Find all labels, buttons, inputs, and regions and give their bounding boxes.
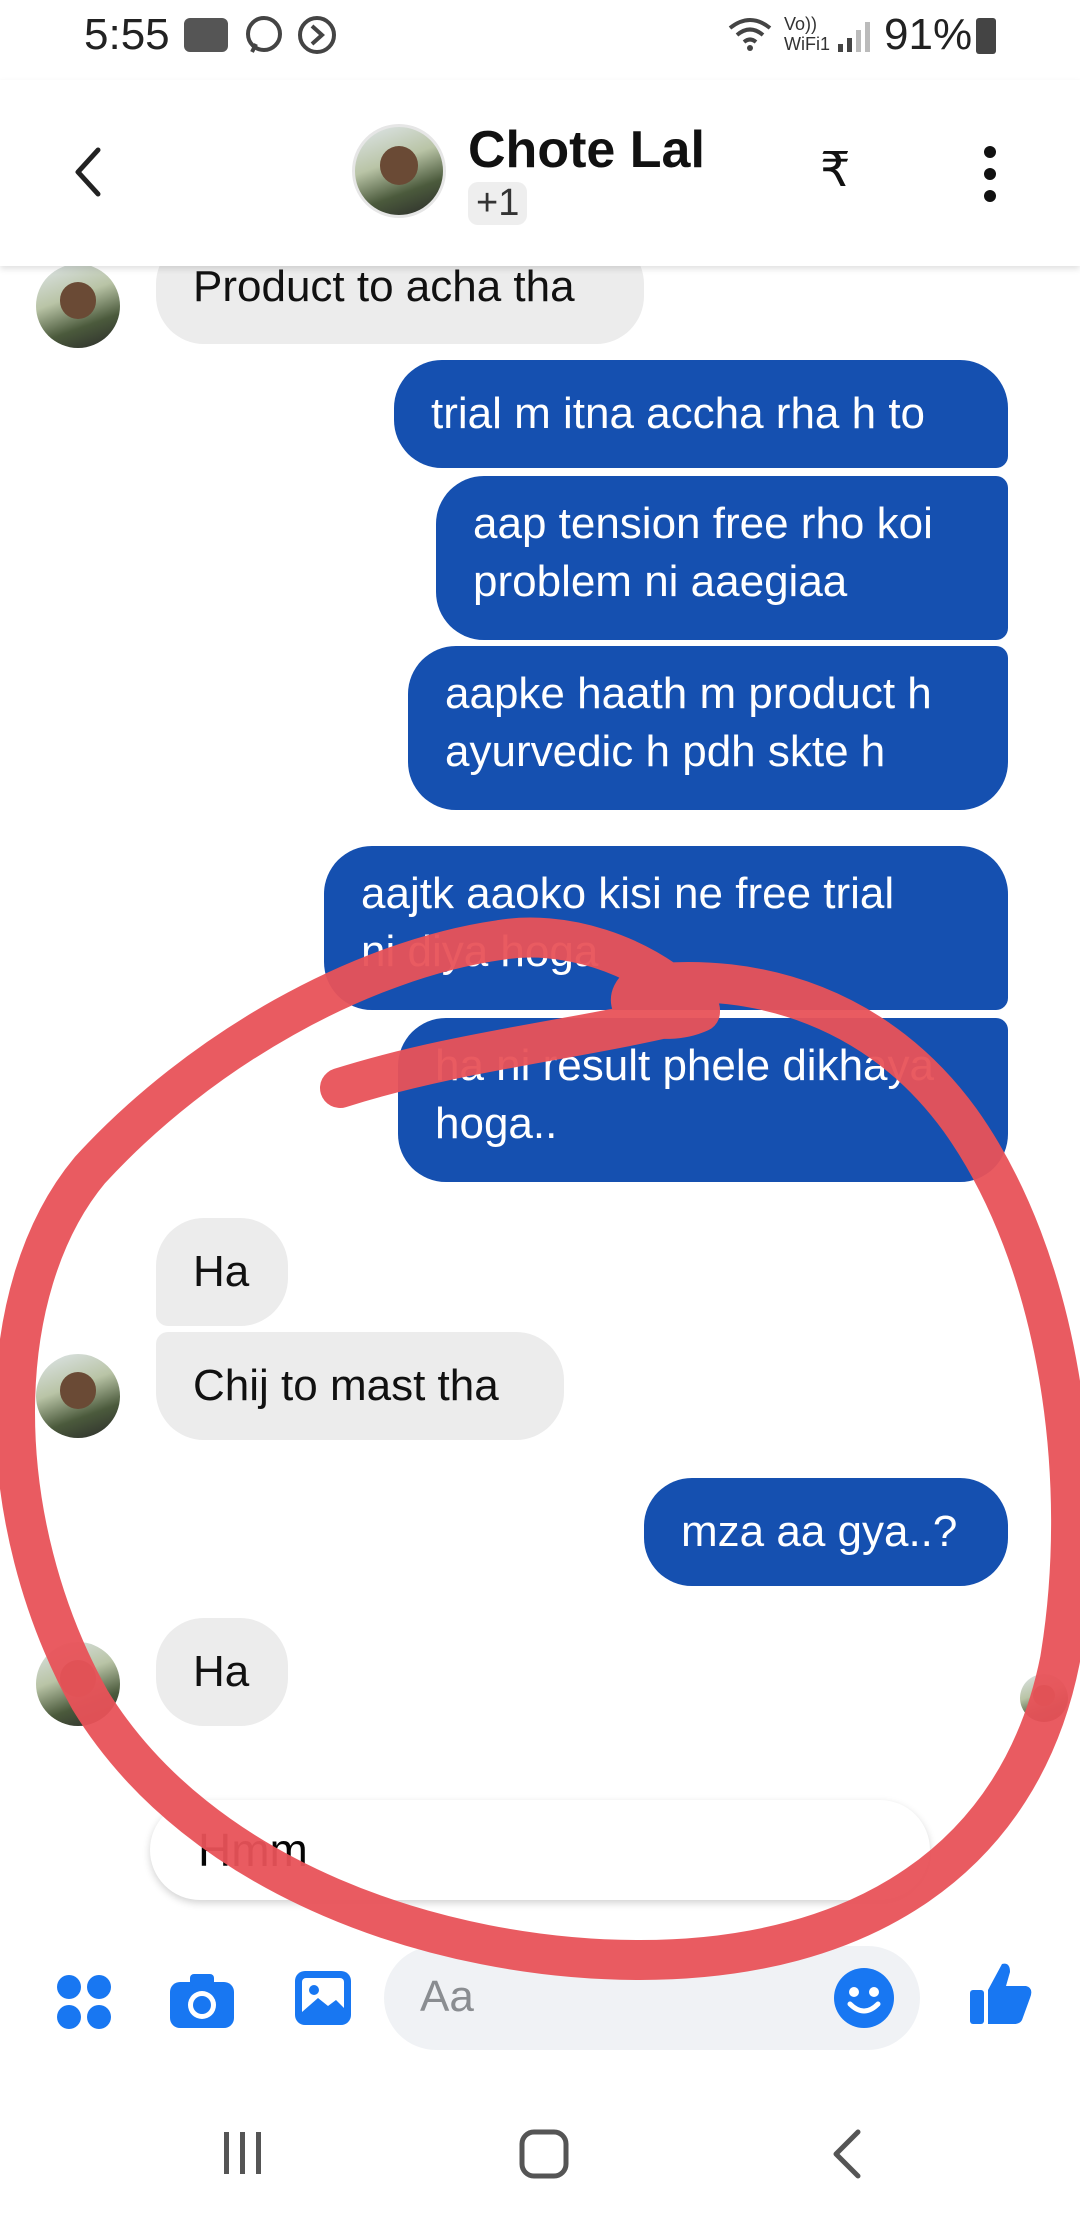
messenger-arrow-icon (298, 16, 336, 54)
message-text: Chij to mast tha (193, 1361, 499, 1410)
message-text: mza aa gya..? (681, 1507, 958, 1556)
message-bubble[interactable]: aajtk aaoko kisi ne free trial ni diya h… (324, 846, 1008, 1010)
battery-percent: 91% (884, 10, 973, 59)
message-text: Ha (193, 1247, 250, 1296)
more-vertical-icon[interactable] (978, 142, 1002, 206)
signal-icon (838, 22, 870, 52)
home-icon[interactable] (518, 2128, 570, 2180)
chevron-left-icon[interactable] (68, 144, 108, 200)
status-time: 5:55 (84, 10, 170, 59)
message-bubble[interactable]: Chij to mast tha (156, 1332, 564, 1440)
message-line: aajtk aaoko kisi ne free trial (361, 869, 895, 918)
message-line: ha ni result phele dikhaya (435, 1041, 934, 1090)
apps-grid-icon[interactable] (54, 1972, 114, 2032)
wifi-icon (728, 18, 772, 51)
system-nav-bar (0, 2100, 1080, 2220)
reply-suggestion-text: Hmm (198, 1824, 308, 1876)
message-bubble[interactable]: ha ni result phele dikhaya hoga.. (398, 1018, 1008, 1182)
back-nav-icon[interactable] (828, 2128, 868, 2180)
message-line: ayurvedic h pdh skte h (445, 727, 886, 776)
message-bubble[interactable]: Ha (156, 1218, 288, 1326)
message-text: Ha (193, 1647, 250, 1696)
message-bubble[interactable]: mza aa gya..? (644, 1478, 1008, 1586)
conversation-header: Chote Lal +1 ₹ (0, 80, 1080, 266)
paytm-icon (184, 18, 228, 52)
emoji-icon[interactable] (832, 1966, 896, 2030)
contact-name[interactable]: Chote Lal (468, 120, 705, 180)
recent-apps-icon[interactable] (218, 2128, 268, 2178)
message-line: hoga.. (435, 1099, 558, 1148)
rupee-icon[interactable]: ₹ (820, 142, 851, 198)
message-line: aapke haath m product h (445, 669, 932, 718)
message-line: problem ni aaegiaa (473, 557, 848, 606)
contact-avatar[interactable] (352, 124, 446, 218)
reply-suggestion[interactable]: Hmm (150, 1800, 930, 1900)
message-input-placeholder: Aa (420, 1972, 474, 2021)
status-bar: 5:55 Vo)) WiFi1 91% (0, 0, 1080, 80)
battery-icon (976, 18, 996, 54)
message-line: ni diya hoga (361, 927, 599, 976)
gallery-icon[interactable] (292, 1968, 354, 2028)
message-text: trial m itna accha rha h to (431, 389, 926, 438)
message-bubble[interactable]: Ha (156, 1618, 288, 1726)
whatsapp-icon (246, 16, 282, 53)
message-text: Product to acha tha (193, 262, 575, 311)
participants-count: +1 (468, 182, 528, 225)
network-label: Vo)) WiFi1 (784, 14, 830, 54)
camera-icon[interactable] (168, 1970, 236, 2030)
message-bubble[interactable]: aapke haath m product h ayurvedic h pdh … (408, 646, 1008, 810)
message-list[interactable]: Product to acha tha trial m itna accha r… (0, 186, 1080, 1926)
message-bubble[interactable]: trial m itna accha rha h to (394, 360, 1008, 468)
sender-avatar (36, 1354, 120, 1438)
seen-receipt-avatar (1020, 1674, 1068, 1722)
sender-avatar (36, 1642, 120, 1726)
message-line: aap tension free rho koi (473, 499, 933, 548)
thumbs-up-icon[interactable] (968, 1960, 1034, 2028)
message-bubble[interactable]: aap tension free rho koi problem ni aaeg… (436, 476, 1008, 640)
sender-avatar (36, 264, 120, 348)
